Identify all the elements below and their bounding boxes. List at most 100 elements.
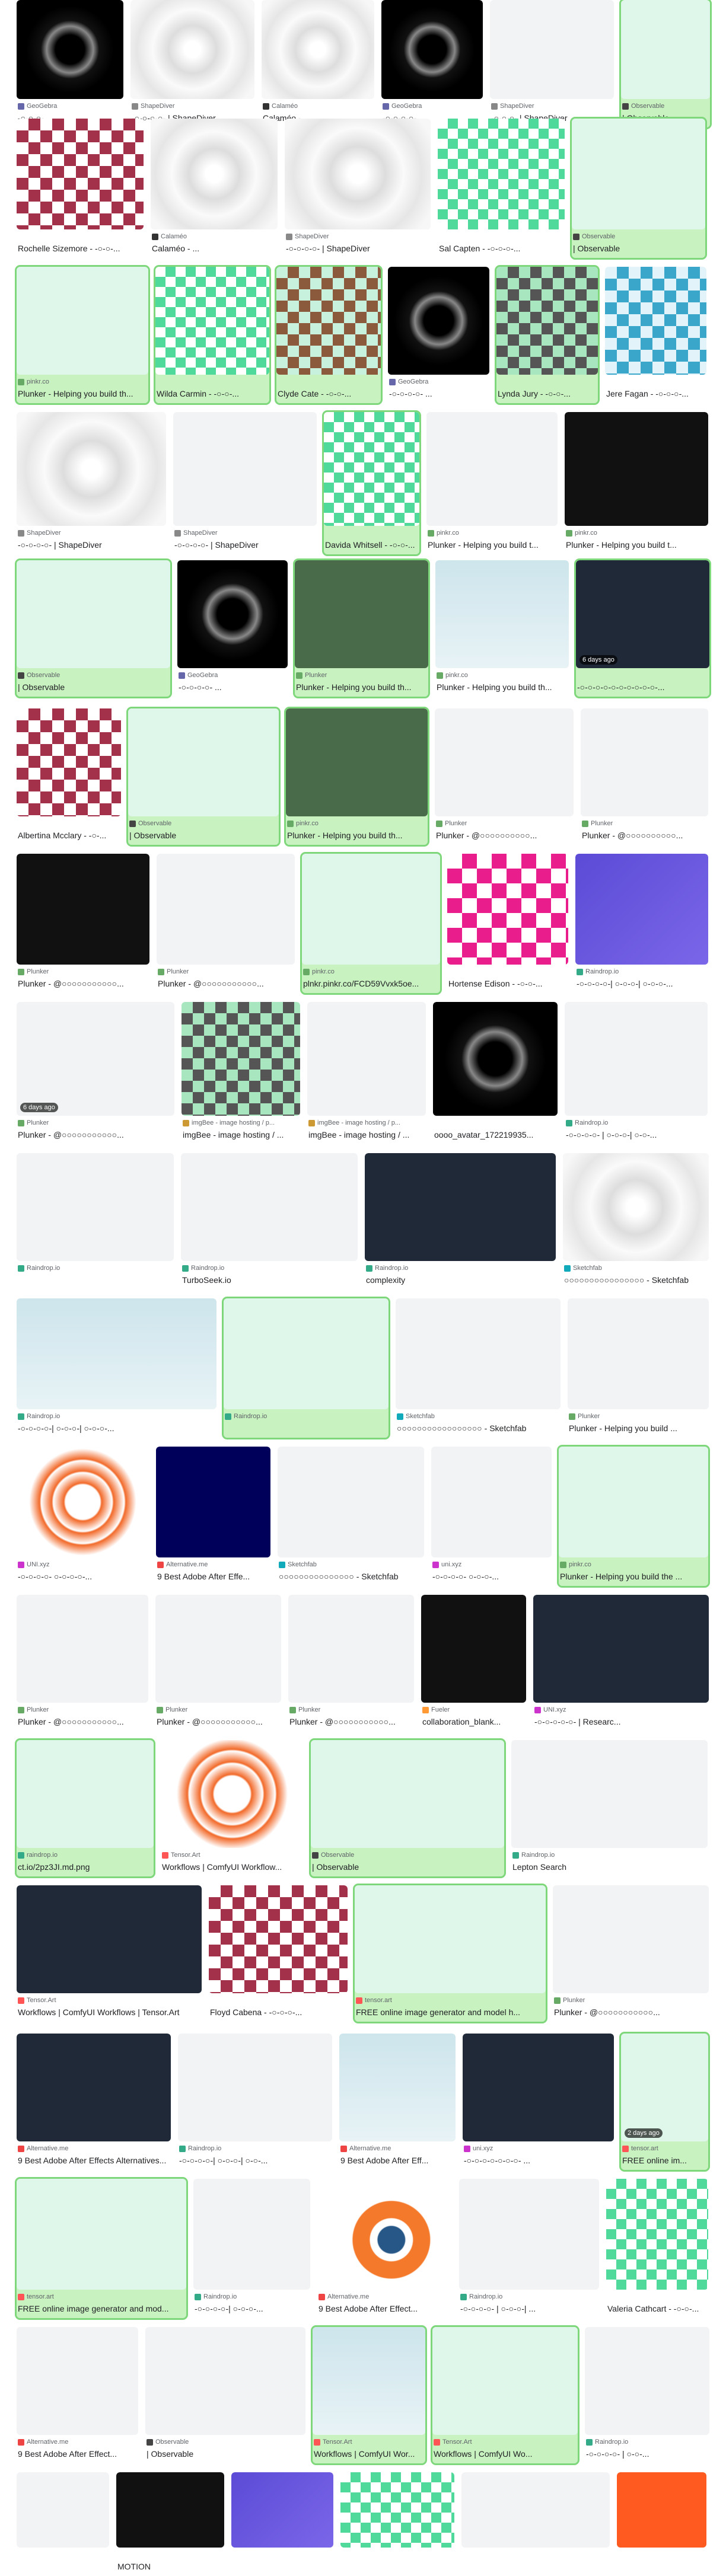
result-source[interactable]: Observable bbox=[18, 672, 169, 679]
image-result-card[interactable]: oooo_avatar_172219935... bbox=[433, 1002, 558, 1144]
result-title[interactable]: -○-○-○-○- ○-○-○-○-... bbox=[18, 1572, 148, 1581]
image-result-card[interactable]: Tensor.Art Workflows | ComfyUI Wor... bbox=[311, 2325, 427, 2465]
result-source[interactable]: Fueler bbox=[422, 1706, 525, 1713]
result-title[interactable]: -○-○-○-○-| ○-○-○-| ○-○-○-... bbox=[18, 1423, 215, 1433]
image-result-card[interactable]: Raindrop.io bbox=[17, 1153, 174, 1289]
result-thumbnail[interactable] bbox=[563, 1153, 709, 1261]
image-result-card[interactable]: Observable | Observable bbox=[15, 558, 172, 698]
result-title[interactable]: Jere Fagan - -○-○-○-... bbox=[606, 389, 705, 398]
image-result-card[interactable]: Sketchfab ○○○○○○○○○○○○○○○ - Sketchfab bbox=[278, 1447, 424, 1586]
result-source[interactable]: Plunker bbox=[554, 1997, 708, 2004]
image-result-card[interactable]: Observable | Observable bbox=[309, 1738, 506, 1878]
result-source[interactable]: ShapeDiver bbox=[286, 233, 429, 240]
result-title[interactable]: | Observable bbox=[573, 244, 704, 253]
result-title[interactable]: Lynda Jury - -○-○-... bbox=[498, 389, 597, 398]
result-source[interactable]: Raindrop.io bbox=[460, 2293, 598, 2300]
result-thumbnail[interactable] bbox=[182, 1002, 300, 1116]
image-result-card[interactable]: Plunker Plunker - @○○○○○○○○○○○... bbox=[553, 1885, 709, 2022]
result-title[interactable]: collaboration_blank... bbox=[422, 1717, 525, 1726]
result-thumbnail[interactable] bbox=[605, 267, 706, 375]
result-thumbnail[interactable] bbox=[339, 2034, 456, 2141]
result-thumbnail[interactable] bbox=[585, 2327, 709, 2435]
result-thumbnail[interactable] bbox=[278, 1447, 424, 1557]
result-title[interactable]: TurboSeek.io bbox=[182, 1275, 356, 1285]
image-result-card[interactable]: GeoGebra -○-○-○- ... bbox=[17, 0, 123, 127]
result-source[interactable]: Plunker bbox=[289, 1706, 413, 1713]
result-thumbnail[interactable] bbox=[288, 1595, 414, 1703]
result-title[interactable]: Plunker - @○○○○○○○○○○... bbox=[582, 831, 707, 840]
image-result-card[interactable]: GeoGebra -○-○-○-○- ... bbox=[388, 267, 489, 403]
result-thumbnail[interactable] bbox=[17, 1740, 154, 1848]
image-result-card[interactable]: pinkr.co Plunker - Helping you build th..… bbox=[435, 560, 569, 697]
image-result-card[interactable]: 6 days ago -○-○-○-○-○-○-○-○-○-○-... bbox=[574, 558, 711, 698]
image-result-card[interactable]: UNI.xyz -○-○-○-○-○- | Researc... bbox=[533, 1595, 709, 1731]
result-thumbnail[interactable] bbox=[17, 0, 123, 99]
image-result-card[interactable]: Alternative.me 9 Best Adobe After Effect.… bbox=[17, 2327, 138, 2463]
image-result-card[interactable]: Sketchfab ○○○○○○○○○○○○○○○○ - Sketchfab bbox=[563, 1153, 709, 1289]
result-source[interactable]: Plunker bbox=[18, 1706, 147, 1713]
image-result-card[interactable]: ShapeDiver -○-○-○-○- | ShapeDiver bbox=[173, 412, 317, 554]
result-source[interactable]: Calaméo bbox=[263, 103, 373, 110]
result-thumbnail[interactable] bbox=[565, 412, 708, 526]
result-thumbnail[interactable] bbox=[262, 0, 374, 99]
image-result-card[interactable]: pinkr.co Plunker - Helping you build the … bbox=[557, 1445, 710, 1588]
result-source[interactable]: Alternative.me bbox=[319, 2293, 451, 2300]
result-title[interactable]: Plunker - @○○○○○○○○○○○... bbox=[18, 1717, 147, 1726]
result-thumbnail[interactable] bbox=[173, 412, 317, 526]
result-source[interactable]: Raindrop.io bbox=[195, 2293, 309, 2300]
result-thumbnail[interactable] bbox=[461, 2472, 610, 2548]
result-source[interactable]: raindrop.io bbox=[18, 1852, 152, 1859]
image-result-card[interactable]: Hortense Edison - -○-○-... bbox=[447, 854, 568, 993]
result-title[interactable]: ○○○○○○○○○○○○○○○○○ - Sketchfab bbox=[397, 1423, 559, 1433]
result-thumbnail[interactable] bbox=[116, 2472, 224, 2548]
result-thumbnail[interactable] bbox=[565, 1002, 708, 1116]
result-title[interactable]: -○-○-○-○- | ShapeDiver bbox=[18, 540, 165, 550]
image-result-card[interactable]: uni.xyz -○-○-○-○-○-○-○- ... bbox=[463, 2034, 614, 2170]
result-title[interactable]: Workflows | ComfyUI Wor... bbox=[314, 2449, 424, 2459]
result-title[interactable]: | Observable bbox=[18, 682, 169, 692]
result-title[interactable]: ○○○○○○○○○○○○○○○ - Sketchfab bbox=[279, 1572, 423, 1581]
result-thumbnail[interactable] bbox=[181, 1153, 358, 1261]
result-title[interactable]: -○-○-○-○- ○-○-○-... bbox=[432, 1572, 550, 1581]
result-thumbnail[interactable] bbox=[209, 1885, 348, 1993]
result-thumbnail[interactable] bbox=[388, 267, 489, 375]
image-result-card[interactable]: Calaméo Calaméo - ... bbox=[151, 119, 278, 258]
image-result-card[interactable]: Sal Capten - -○-○-○-... bbox=[438, 119, 565, 258]
result-thumbnail[interactable] bbox=[130, 0, 254, 99]
result-source[interactable]: Raindrop.io bbox=[512, 1852, 706, 1859]
image-result-card[interactable]: Raindrop.io -○-○-○-○- | ○-○-○-| ... bbox=[459, 2179, 599, 2318]
image-result-card[interactable]: 2 days ago tensor.art FREE online im... bbox=[619, 2032, 710, 2172]
result-title[interactable]: plnkr.pinkr.co/FCD59Vvxk5oe... bbox=[303, 979, 439, 988]
result-title[interactable]: Plunker - Helping you build th... bbox=[296, 682, 427, 692]
result-title[interactable]: -○-○-○-○- | ShapeDiver bbox=[286, 244, 429, 253]
result-thumbnail[interactable] bbox=[295, 560, 428, 668]
result-source[interactable]: Tensor.Art bbox=[18, 1997, 200, 2004]
image-result-card[interactable]: ShapeDiver -○-○-○-○- | ShapeDiver bbox=[130, 0, 254, 127]
result-title[interactable]: Plunker - @○○○○○○○○○○... bbox=[436, 831, 572, 840]
result-thumbnail[interactable] bbox=[231, 2472, 333, 2548]
result-source[interactable]: UNI.xyz bbox=[534, 1706, 708, 1713]
result-title[interactable]: Workflows | ComfyUI Workflow... bbox=[162, 1862, 302, 1872]
result-source[interactable]: pinkr.co bbox=[428, 529, 556, 537]
result-title[interactable]: Plunker - @○○○○○○○○○○○... bbox=[18, 1130, 173, 1139]
result-thumbnail[interactable] bbox=[17, 1153, 174, 1261]
result-source[interactable]: Tensor.Art bbox=[162, 1852, 302, 1859]
result-title[interactable]: -○-○-○-○- | ○-○-○-| ... bbox=[460, 2304, 598, 2313]
result-source[interactable]: Plunker bbox=[582, 820, 707, 827]
result-thumbnail[interactable] bbox=[17, 560, 170, 668]
image-result-card[interactable]: Raindrop.io -○-○-○-○-| ○-○-○-... bbox=[193, 2179, 310, 2318]
image-result-card[interactable]: Valeria Cathcart - -○-○-... bbox=[606, 2179, 708, 2318]
result-source[interactable]: Observable bbox=[147, 2438, 304, 2446]
result-title[interactable]: | Observable bbox=[129, 831, 278, 840]
result-thumbnail[interactable] bbox=[438, 119, 565, 229]
result-thumbnail[interactable] bbox=[496, 267, 598, 375]
result-title[interactable]: Plunker - @○○○○○○○○○○○... bbox=[554, 2007, 708, 2017]
image-result-card[interactable]: Plunker Plunker - @○○○○○○○○○○... bbox=[581, 708, 708, 845]
result-thumbnail[interactable] bbox=[17, 708, 121, 816]
image-result-card[interactable]: Raindrop.io -○-○-○-○- | ○-○-... bbox=[585, 2327, 709, 2463]
result-title[interactable]: Hortense Edison - -○-○-... bbox=[448, 979, 567, 988]
image-result-card[interactable]: uni.xyz -○-○-○-○- ○-○-○-... bbox=[431, 1447, 552, 1586]
result-source[interactable]: pinkr.co bbox=[566, 529, 707, 537]
result-source[interactable]: Plunker bbox=[18, 1119, 173, 1126]
result-thumbnail[interactable] bbox=[145, 2327, 305, 2435]
